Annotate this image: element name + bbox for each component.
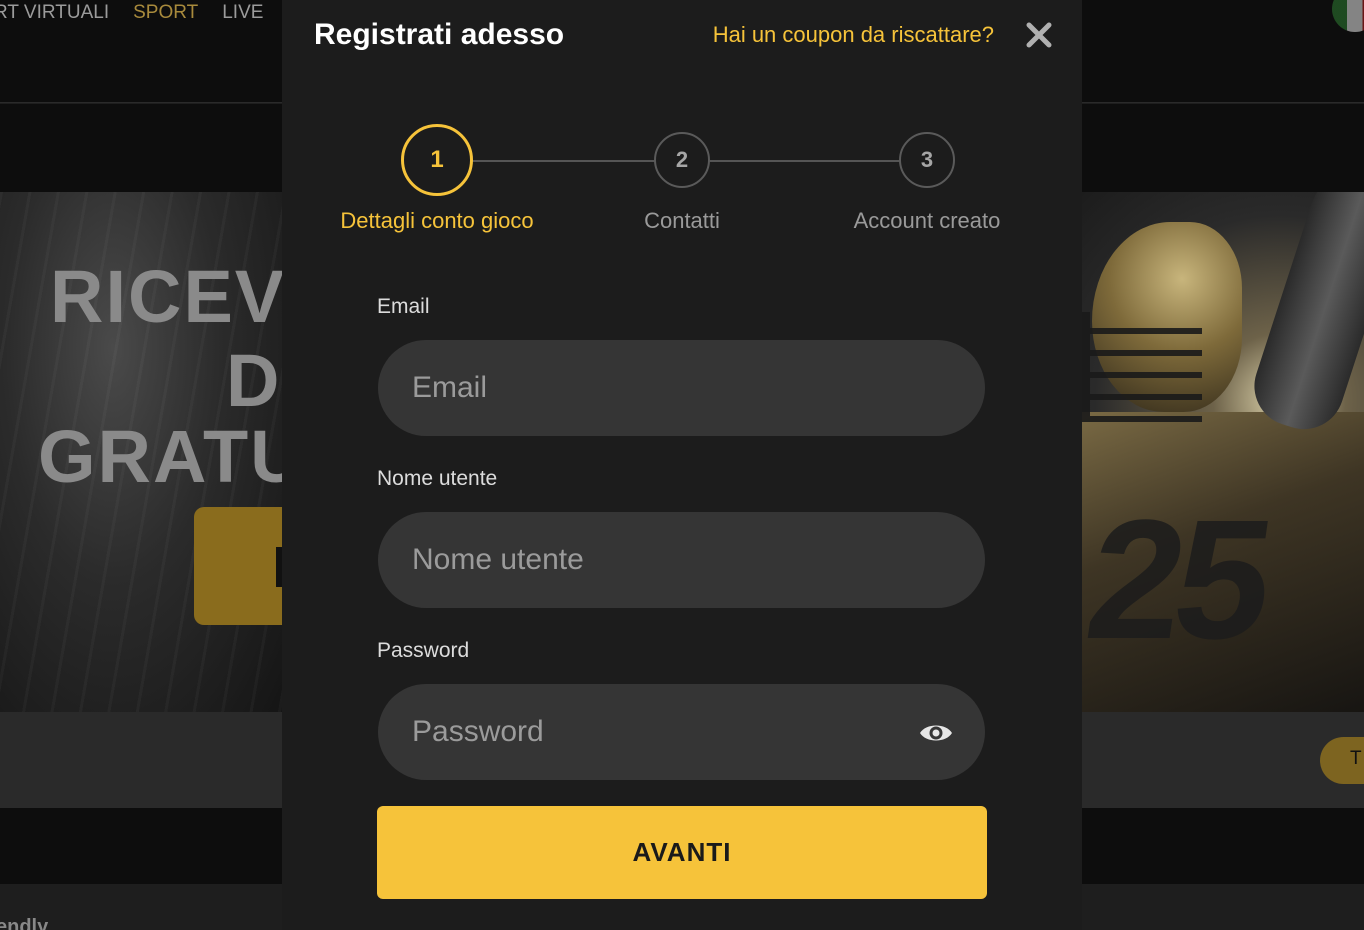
- footer-partial-text: endly: [0, 916, 49, 930]
- step-1-circle: 1: [401, 124, 473, 196]
- jersey-number-graphic: 25: [1082, 485, 1277, 675]
- nav-item-live[interactable]: LIVE: [222, 2, 263, 24]
- side-tab-button[interactable]: T: [1320, 737, 1364, 784]
- step-1-label: Dettagli conto gioco: [340, 208, 534, 233]
- step-3-circle: 3: [899, 132, 955, 188]
- nav-item-sport[interactable]: SPORT: [133, 2, 198, 24]
- close-icon: [1026, 22, 1052, 48]
- language-flag-icon[interactable]: [1332, 0, 1364, 32]
- player-arm-image: [1244, 192, 1364, 440]
- registration-stepper: 1 2 3 Dettagli conto gioco Contatti Acco…: [282, 124, 1082, 244]
- banner-headline-line1: RICEV: [50, 255, 282, 338]
- step-connector-2: [708, 160, 900, 162]
- promo-banner-right[interactable]: 25: [1082, 192, 1364, 712]
- side-tab-label: T: [1350, 748, 1362, 769]
- step-2-label: Contatti: [644, 208, 720, 233]
- coupon-link[interactable]: Hai un coupon da riscattare?: [713, 22, 994, 48]
- step-2-circle: 2: [654, 132, 710, 188]
- banner-headline-line3: GRATU: [38, 415, 282, 498]
- main-nav: RT VIRTUALI SPORT LIVE: [0, 2, 263, 24]
- banner-cta-button[interactable]: [194, 507, 282, 625]
- promo-banner-left[interactable]: RICEV D GRATU: [0, 192, 282, 712]
- step-connector-1: [472, 160, 656, 162]
- password-label: Password: [377, 639, 470, 662]
- username-field[interactable]: [378, 512, 985, 608]
- close-button[interactable]: [1024, 20, 1054, 50]
- step-3-label: Account creato: [853, 208, 1001, 233]
- modal-title: Registrati adesso: [314, 18, 565, 51]
- eye-icon: [920, 725, 952, 741]
- password-visibility-toggle[interactable]: [918, 716, 954, 750]
- password-field[interactable]: [378, 684, 985, 780]
- email-field[interactable]: [378, 340, 985, 436]
- email-label: Email: [377, 295, 430, 318]
- nav-item-virtuali[interactable]: RT VIRTUALI: [0, 2, 109, 24]
- helmet-facemask-image: [1082, 312, 1202, 422]
- next-button[interactable]: AVANTI: [377, 806, 987, 899]
- username-label: Nome utente: [377, 467, 498, 490]
- banner-headline-line2: D: [226, 339, 282, 422]
- registration-modal: Registrati adesso Hai un coupon da risca…: [282, 0, 1082, 930]
